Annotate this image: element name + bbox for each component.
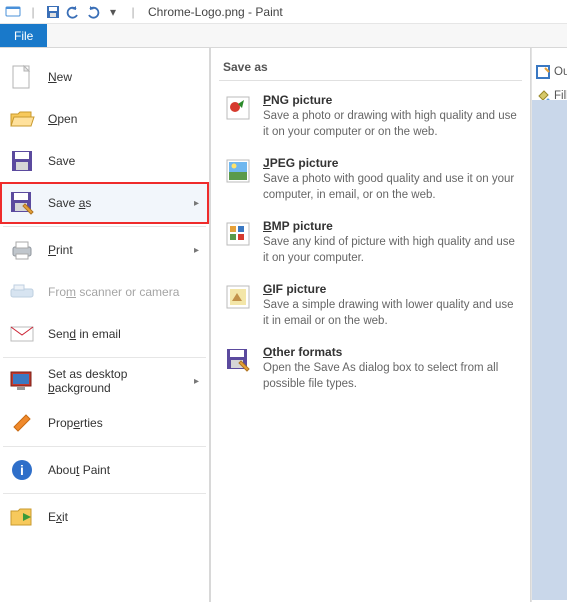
submenu-item-desc: Save a photo with good quality and use i…	[263, 172, 518, 203]
file-menu-dropdown: New Open Save Save as ▸ Print ▸ From sca…	[0, 48, 567, 602]
save-icon[interactable]	[44, 3, 62, 21]
title-bar: | ▾ | Chrome-Logo.png - Paint	[0, 0, 567, 24]
window-title: Chrome-Logo.png - Paint	[148, 5, 283, 19]
file-tab[interactable]: File	[0, 24, 47, 47]
jpeg-icon	[223, 156, 253, 186]
menu-label: Save as	[48, 196, 182, 210]
menu-label: Send in email	[48, 327, 199, 341]
new-icon	[8, 63, 36, 91]
outline-tool[interactable]: Out	[532, 60, 567, 84]
save-disk-icon	[8, 147, 36, 175]
menu-divider	[3, 493, 206, 494]
canvas-area[interactable]	[532, 100, 567, 600]
submenu-item-title: Other formats	[263, 345, 518, 359]
submenu-item-other[interactable]: Other formats Open the Save As dialog bo…	[211, 339, 530, 402]
bmp-icon	[223, 219, 253, 249]
menu-open[interactable]: Open	[0, 98, 209, 140]
menu-label: Save	[48, 154, 199, 168]
menu-new[interactable]: New	[0, 56, 209, 98]
submenu-item-bmp[interactable]: BMP picture Save any kind of picture wit…	[211, 213, 530, 276]
svg-text:i: i	[20, 462, 24, 478]
scanner-icon	[8, 278, 36, 306]
open-icon	[8, 105, 36, 133]
png-icon	[223, 93, 253, 123]
submenu-divider	[219, 80, 522, 81]
menu-send-email[interactable]: Send in email	[0, 313, 209, 355]
submenu-item-jpeg[interactable]: JPEG picture Save a photo with good qual…	[211, 150, 530, 213]
submenu-item-title: BMP picture	[263, 219, 518, 233]
quick-access-toolbar: | ▾ |	[4, 3, 142, 21]
email-icon	[8, 320, 36, 348]
menu-label: Properties	[48, 416, 199, 430]
submenu-item-title: PNG picture	[263, 93, 518, 107]
separator: |	[24, 3, 42, 21]
info-icon: i	[8, 456, 36, 484]
tool-label: Out	[554, 66, 567, 78]
properties-icon	[8, 409, 36, 437]
submenu-item-desc: Save a photo or drawing with high qualit…	[263, 109, 518, 140]
submenu-arrow-icon: ▸	[194, 376, 199, 387]
menu-label: Set as desktop background	[48, 367, 182, 395]
submenu-arrow-icon: ▸	[194, 245, 199, 256]
customize-qat-icon[interactable]: ▾	[104, 3, 122, 21]
menu-scanner: From scanner or camera	[0, 271, 209, 313]
menu-label: Open	[48, 112, 199, 126]
menu-exit[interactable]: Exit	[0, 496, 209, 538]
menu-save[interactable]: Save	[0, 140, 209, 182]
other-formats-icon	[223, 345, 253, 375]
submenu-item-desc: Save a simple drawing with lower quality…	[263, 298, 518, 329]
menu-print[interactable]: Print ▸	[0, 229, 209, 271]
save-as-submenu: Save as PNG picture Save a photo or draw…	[210, 48, 531, 602]
submenu-item-gif[interactable]: GIF picture Save a simple drawing with l…	[211, 276, 530, 339]
menu-properties[interactable]: Properties	[0, 402, 209, 444]
print-icon	[8, 236, 36, 264]
separator: |	[124, 3, 142, 21]
menu-label: Exit	[48, 510, 199, 524]
gif-icon	[223, 282, 253, 312]
menu-about[interactable]: i About Paint	[0, 449, 209, 491]
menu-divider	[3, 357, 206, 358]
app-icon	[4, 3, 22, 21]
submenu-item-desc: Open the Save As dialog box to select fr…	[263, 361, 518, 392]
menu-set-desktop[interactable]: Set as desktop background ▸	[0, 360, 209, 402]
exit-icon	[8, 503, 36, 531]
submenu-item-title: JPEG picture	[263, 156, 518, 170]
menu-save-as[interactable]: Save as ▸	[0, 182, 209, 224]
menu-divider	[3, 446, 206, 447]
menu-label: New	[48, 70, 199, 84]
ribbon-tab-row: File	[0, 24, 567, 48]
submenu-item-png[interactable]: PNG picture Save a photo or drawing with…	[211, 87, 530, 150]
undo-icon[interactable]	[64, 3, 82, 21]
submenu-title: Save as	[211, 54, 530, 80]
menu-divider	[3, 226, 206, 227]
menu-label: About Paint	[48, 463, 199, 477]
submenu-item-title: GIF picture	[263, 282, 518, 296]
redo-icon[interactable]	[84, 3, 102, 21]
outline-icon	[536, 64, 550, 80]
submenu-item-desc: Save any kind of picture with high quali…	[263, 235, 518, 266]
file-menu-list: New Open Save Save as ▸ Print ▸ From sca…	[0, 48, 210, 602]
menu-label: From scanner or camera	[48, 285, 199, 299]
menu-label: Print	[48, 243, 182, 257]
desktop-icon	[8, 367, 36, 395]
ribbon-area	[47, 24, 567, 47]
save-as-icon	[8, 189, 36, 217]
submenu-arrow-icon: ▸	[194, 198, 199, 209]
